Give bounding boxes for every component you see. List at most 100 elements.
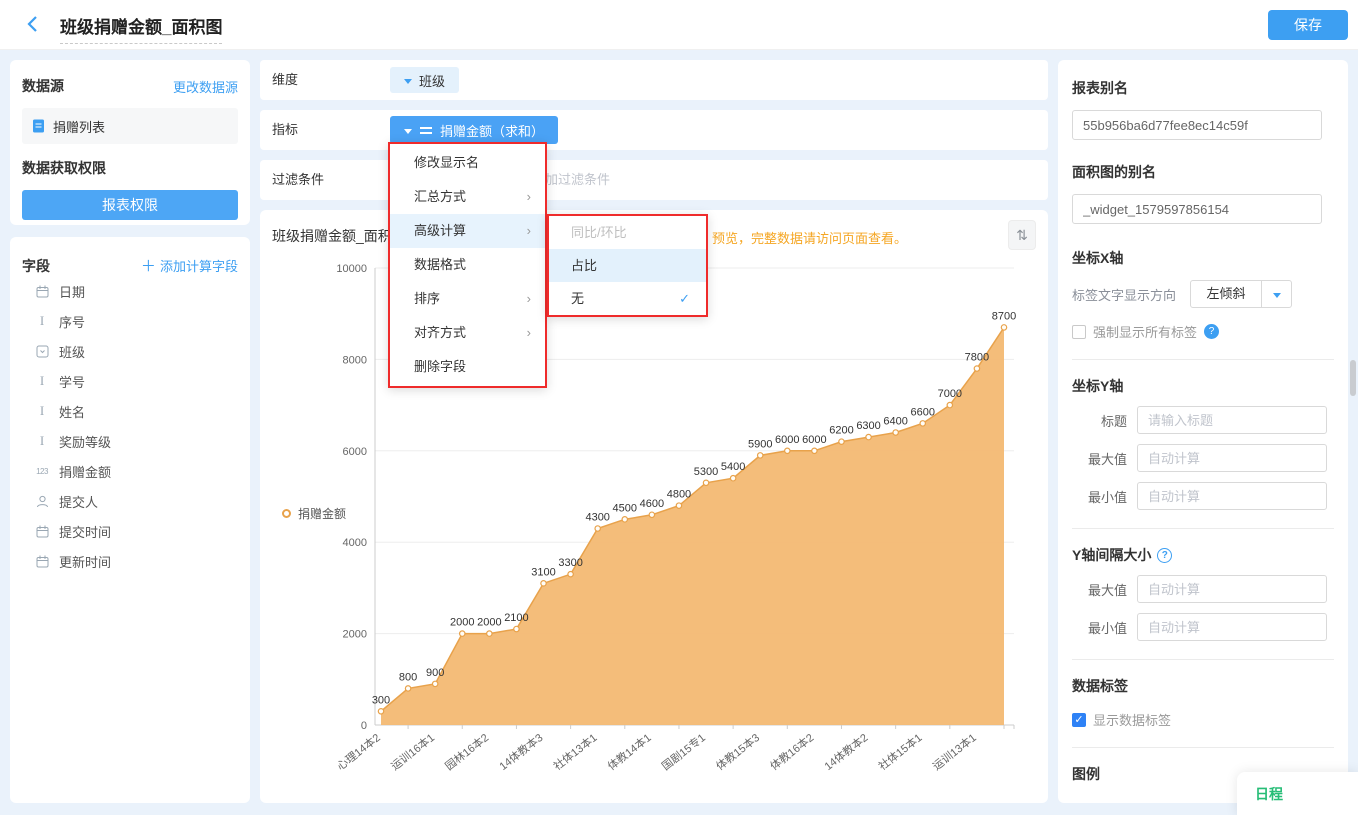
sort-toggle-button[interactable]: ⇅: [1008, 220, 1036, 250]
label-direction-select[interactable]: 左倾斜: [1190, 280, 1293, 308]
report-alias-input[interactable]: [1072, 110, 1322, 140]
datasource-title: 数据源: [22, 78, 64, 94]
metric-label: 指标: [272, 122, 299, 137]
field-item-awardlevel[interactable]: I 奖励等级: [22, 426, 238, 456]
permission-title: 数据获取权限: [22, 160, 106, 176]
schedule-toast[interactable]: 日程: [1237, 772, 1358, 815]
field-item-class[interactable]: 班级: [22, 336, 238, 366]
svg-text:300: 300: [372, 694, 390, 706]
force-all-labels-row[interactable]: 强制显示所有标签 ?: [1072, 322, 1334, 341]
schedule-toast-label: 日程: [1255, 785, 1283, 802]
fields-title: 字段: [22, 257, 50, 274]
chevron-right-icon: ›: [526, 291, 531, 306]
svg-text:4500: 4500: [613, 502, 637, 514]
xaxis-section-title: 坐标X轴: [1072, 250, 1124, 266]
datasource-panel: 数据源 更改数据源 捐赠列表 数据获取权限 报表权限: [10, 60, 250, 225]
yaxis-max-label: 最大值: [1087, 451, 1127, 467]
metric-field-menu: 修改显示名 汇总方式 › 高级计算 › 数据格式 排序 › 对齐方式 › 删除字段: [388, 142, 547, 388]
menu-item-rename[interactable]: 修改显示名: [390, 146, 545, 180]
yaxis-title-input[interactable]: [1137, 406, 1327, 434]
show-datalabel-row[interactable]: ✓ 显示数据标签: [1072, 710, 1334, 729]
svg-text:6200: 6200: [829, 425, 853, 437]
calendar-icon: [34, 555, 50, 568]
svg-text:2100: 2100: [504, 612, 528, 624]
field-item-studentno[interactable]: I 学号: [22, 366, 238, 396]
text-icon: I: [39, 373, 45, 388]
legend-item-donation[interactable]: 捐赠金额: [282, 505, 346, 522]
help-icon[interactable]: ?: [1157, 547, 1173, 563]
svg-text:14体教本2: 14体教本2: [821, 730, 870, 773]
yaxis-max-input[interactable]: [1137, 444, 1327, 472]
yinterval-max-input[interactable]: [1137, 575, 1327, 603]
calendar-icon: [34, 285, 50, 298]
svg-text:5300: 5300: [694, 466, 718, 478]
svg-text:心理14本2: 心理14本2: [334, 730, 383, 773]
force-all-labels-checkbox[interactable]: [1072, 324, 1086, 339]
submenu-item-yoy[interactable]: 同比/环比: [549, 216, 706, 249]
yinterval-min-input[interactable]: [1137, 613, 1327, 641]
label-direction-label: 标签文字显示方向: [1072, 287, 1177, 303]
show-datalabel-checkbox[interactable]: ✓: [1072, 712, 1086, 727]
chevron-right-icon: ›: [526, 325, 531, 340]
svg-text:800: 800: [399, 671, 417, 683]
field-item-submittime[interactable]: 提交时间: [22, 516, 238, 546]
menu-item-sort[interactable]: 排序 ›: [390, 282, 545, 316]
datasource-table-label: 捐赠列表: [53, 119, 106, 135]
svg-text:7000: 7000: [938, 388, 962, 400]
add-calc-field-link[interactable]: ＋ 添加计算字段: [141, 255, 238, 276]
field-item-serial[interactable]: I 序号: [22, 306, 238, 336]
scrollbar-thumb[interactable]: [1350, 360, 1356, 396]
divider: [1072, 528, 1334, 529]
metric-tag-donation-sum[interactable]: 捐赠金额（求和）: [390, 116, 559, 144]
chevron-down-icon: [404, 78, 412, 84]
svg-text:4300: 4300: [585, 511, 609, 523]
person-icon: [34, 495, 50, 508]
svg-text:2000: 2000: [343, 629, 367, 641]
svg-text:2000: 2000: [450, 617, 474, 629]
advanced-calc-submenu: 同比/环比 占比 无 ✓: [547, 214, 708, 317]
menu-item-delete-field[interactable]: 删除字段: [390, 350, 545, 384]
yaxis-title-label: 标题: [1100, 413, 1127, 429]
svg-text:4000: 4000: [343, 537, 367, 549]
number-icon: 123: [36, 466, 48, 476]
back-button[interactable]: [26, 15, 46, 35]
submenu-item-proportion[interactable]: 占比: [549, 249, 706, 282]
field-item-submitter[interactable]: 提交人: [22, 486, 238, 516]
metric-row: 指标 捐赠金额（求和）: [260, 110, 1048, 150]
field-item-date[interactable]: 日期: [22, 276, 238, 306]
help-icon[interactable]: ?: [1204, 324, 1220, 339]
field-item-updatetime[interactable]: 更新时间: [22, 546, 238, 576]
change-datasource-link[interactable]: 更改数据源: [173, 77, 238, 96]
svg-text:国剧15专1: 国剧15专1: [659, 730, 708, 773]
yinterval-section-title: Y轴间隔大小 ?: [1072, 545, 1334, 565]
field-item-name[interactable]: I 姓名: [22, 396, 238, 426]
chevron-down-icon: [1261, 281, 1291, 307]
datalabel-section-title: 数据标签: [1072, 678, 1128, 694]
field-item-amount[interactable]: 123 捐赠金额: [22, 456, 238, 486]
dimension-tag-class[interactable]: 班级: [390, 67, 460, 93]
filter-row: 过滤条件 添加过滤条件: [260, 160, 1048, 200]
submenu-item-none[interactable]: 无 ✓: [549, 282, 706, 315]
menu-item-aggregation[interactable]: 汇总方式 ›: [390, 180, 545, 214]
yaxis-min-input[interactable]: [1137, 482, 1327, 510]
chevron-down-icon: [404, 128, 412, 134]
save-button[interactable]: 保存: [1268, 10, 1348, 40]
text-icon: I: [39, 313, 45, 328]
report-permission-button[interactable]: 报表权限: [22, 190, 238, 220]
area-alias-input[interactable]: [1072, 194, 1322, 224]
svg-text:社体15本1: 社体15本1: [875, 730, 924, 773]
text-icon: I: [39, 403, 45, 418]
settings-panel: 报表别名 面积图的别名 坐标X轴 标签文字显示方向 左倾斜 强制显示所有标签 ?…: [1058, 60, 1348, 803]
preview-notice: 预览，完整数据请访问页面查看。: [712, 231, 908, 246]
svg-text:体教14本1: 体教14本1: [605, 730, 654, 773]
divider: [1072, 659, 1334, 660]
menu-item-align[interactable]: 对齐方式 ›: [390, 316, 545, 350]
menu-item-data-format[interactable]: 数据格式: [390, 248, 545, 282]
svg-text:运训13本1: 运训13本1: [930, 730, 979, 773]
svg-text:0: 0: [361, 720, 367, 732]
check-icon: ✓: [679, 291, 690, 306]
plus-icon: ＋: [140, 258, 160, 275]
menu-item-advanced-calc[interactable]: 高级计算 ›: [390, 214, 545, 248]
datasource-table-item[interactable]: 捐赠列表: [22, 108, 238, 144]
svg-text:社体13本1: 社体13本1: [550, 730, 599, 773]
